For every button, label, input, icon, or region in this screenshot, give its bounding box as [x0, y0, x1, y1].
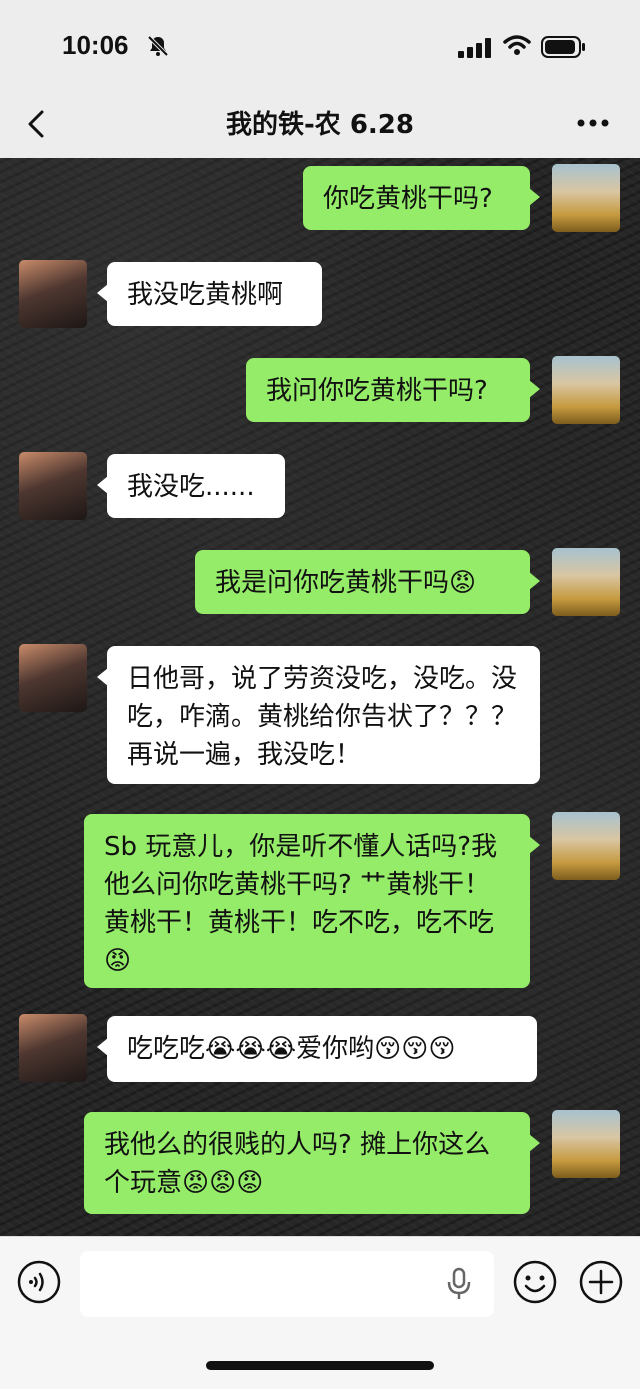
avatar-contact[interactable]: [19, 452, 87, 520]
input-bar: [0, 1236, 640, 1389]
voice-icon[interactable]: [16, 1259, 62, 1305]
battery-icon: [541, 36, 585, 58]
status-bar: 10:06: [0, 0, 640, 90]
message-bubble-sent[interactable]: 你吃黄桃干吗?: [303, 166, 540, 230]
microphone-icon[interactable]: [446, 1267, 472, 1301]
chat-header: 我的铁-农 6.28: [0, 90, 640, 159]
avatar-self[interactable]: [552, 548, 620, 616]
bell-muted-icon: [147, 35, 169, 57]
avatar-self[interactable]: [552, 812, 620, 880]
plus-icon[interactable]: [578, 1259, 624, 1305]
message-bubble-received[interactable]: 日他哥，说了劳资没吃，没吃。没吃，咋滴。黄桃给你告状了？？？再说一遍，我没吃！: [97, 646, 540, 784]
message-bubble-sent[interactable]: 我是问你吃黄桃干吗😡: [195, 550, 540, 614]
more-options-icon[interactable]: [576, 118, 610, 128]
message-text: 我没吃......: [127, 472, 255, 502]
message-bubble-received[interactable]: 我没吃黄桃啊: [97, 262, 322, 326]
status-time: 10:06: [62, 30, 129, 60]
wifi-icon: [503, 35, 531, 55]
home-indicator: [206, 1361, 434, 1370]
emoji-icon[interactable]: [512, 1259, 558, 1305]
message-text: 我他么的很贱的人吗? 摊上你这么个玩意😡😡😡: [104, 1130, 491, 1198]
avatar-contact[interactable]: [19, 1014, 87, 1082]
avatar-self[interactable]: [552, 164, 620, 232]
message-text: 我没吃黄桃啊: [127, 280, 284, 310]
message-bubble-sent[interactable]: 我问你吃黄桃干吗?: [246, 358, 540, 422]
avatar-self[interactable]: [552, 1110, 620, 1178]
message-bubble-received[interactable]: 我没吃......: [97, 454, 285, 518]
message-bubble-sent[interactable]: 我他么的很贱的人吗? 摊上你这么个玩意😡😡😡: [84, 1112, 540, 1214]
avatar-self[interactable]: [552, 356, 620, 424]
message-bubble-sent[interactable]: Sb 玩意儿，你是听不懂人话吗?我他么问你吃黄桃干吗? 艹黄桃干！黄桃干！黄桃干…: [84, 814, 540, 988]
chat-messages: 你吃黄桃干吗? 我没吃黄桃啊 我问你吃黄桃干吗? 我没吃...... 我是问你吃…: [0, 158, 640, 1236]
avatar-contact[interactable]: [19, 644, 87, 712]
chat-title: 我的铁-农 6.28: [226, 110, 414, 140]
signal-icon: [458, 38, 491, 58]
message-input[interactable]: [80, 1251, 494, 1317]
message-text: Sb 玩意儿，你是听不懂人话吗?我他么问你吃黄桃干吗? 艹黄桃干！黄桃干！黄桃干…: [104, 832, 498, 976]
message-text: 我是问你吃黄桃干吗😡: [215, 568, 477, 598]
message-text: 吃吃吃😭😭😭爱你哟😚😚😚: [127, 1034, 456, 1064]
message-text: 日他哥，说了劳资没吃，没吃。没吃，咋滴。黄桃给你告状了？？？再说一遍，我没吃！: [127, 664, 518, 770]
message-text: 你吃黄桃干吗?: [323, 184, 493, 214]
avatar-contact[interactable]: [19, 260, 87, 328]
message-text: 我问你吃黄桃干吗?: [266, 376, 488, 406]
message-bubble-received[interactable]: 吃吃吃😭😭😭爱你哟😚😚😚: [97, 1016, 537, 1082]
